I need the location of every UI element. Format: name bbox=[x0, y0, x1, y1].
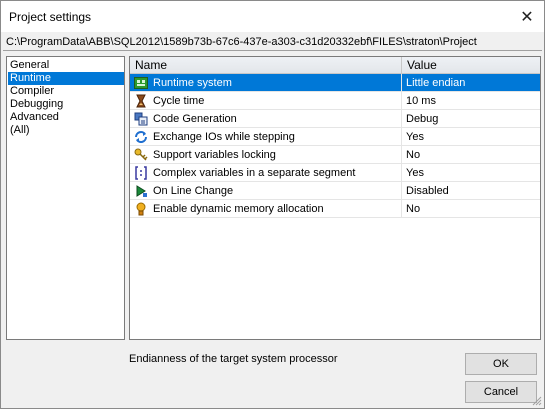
property-description: Endianness of the target system processo… bbox=[129, 353, 338, 365]
cancel-button[interactable]: Cancel bbox=[465, 381, 537, 403]
category-item-compiler[interactable]: Compiler bbox=[8, 85, 124, 98]
close-icon: ✕ bbox=[520, 8, 534, 26]
property-value[interactable]: Disabled bbox=[402, 182, 540, 199]
property-name: Enable dynamic memory allocation bbox=[153, 202, 324, 215]
property-value[interactable]: No bbox=[402, 146, 540, 163]
property-grid: Name Value Runtime system Little endian … bbox=[129, 56, 541, 340]
category-item-runtime[interactable]: Runtime bbox=[8, 72, 124, 85]
column-header-name[interactable]: Name bbox=[130, 57, 402, 73]
property-name-cell: Support variables locking bbox=[130, 146, 402, 163]
exchange-ios-icon bbox=[133, 130, 149, 144]
online-change-icon bbox=[133, 184, 149, 198]
property-row[interactable]: Runtime system Little endian bbox=[130, 74, 540, 92]
property-row[interactable]: On Line Change Disabled bbox=[130, 182, 540, 200]
column-header-value[interactable]: Value bbox=[402, 57, 540, 73]
category-item-debugging[interactable]: Debugging bbox=[8, 98, 124, 111]
property-name: Cycle time bbox=[153, 94, 205, 107]
cycle-time-icon bbox=[133, 94, 149, 108]
property-name: Complex variables in a separate segment bbox=[153, 166, 356, 179]
category-item-advanced[interactable]: Advanced bbox=[8, 111, 124, 124]
property-row[interactable]: Cycle time 10 ms bbox=[130, 92, 540, 110]
property-row[interactable]: Complex variables in a separate segment … bbox=[130, 164, 540, 182]
property-name: Support variables locking bbox=[153, 148, 276, 161]
property-row[interactable]: Code Generation Debug bbox=[130, 110, 540, 128]
property-row[interactable]: Support variables locking No bbox=[130, 146, 540, 164]
property-value[interactable]: Yes bbox=[402, 128, 540, 145]
property-row[interactable]: Enable dynamic memory allocation No bbox=[130, 200, 540, 218]
category-list[interactable]: General Runtime Compiler Debugging Advan… bbox=[6, 56, 125, 340]
property-value[interactable]: 10 ms bbox=[402, 92, 540, 109]
grid-header: Name Value bbox=[130, 57, 540, 74]
runtime-system-icon bbox=[133, 76, 149, 90]
dialog-title: Project settings bbox=[9, 10, 92, 24]
property-name: Code Generation bbox=[153, 112, 237, 125]
property-name-cell: Cycle time bbox=[130, 92, 402, 109]
property-name-cell: Code Generation bbox=[130, 110, 402, 127]
lock-icon bbox=[133, 148, 149, 162]
property-name-cell: Runtime system bbox=[130, 74, 402, 91]
property-name-cell: On Line Change bbox=[130, 182, 402, 199]
property-name-cell: Enable dynamic memory allocation bbox=[130, 200, 402, 217]
property-value[interactable]: Yes bbox=[402, 164, 540, 181]
property-name-cell: Complex variables in a separate segment bbox=[130, 164, 402, 181]
memory-icon bbox=[133, 202, 149, 216]
property-value[interactable]: Little endian bbox=[402, 74, 540, 91]
property-row[interactable]: Exchange IOs while stepping Yes bbox=[130, 128, 540, 146]
code-generation-icon bbox=[133, 112, 149, 126]
property-value[interactable]: Debug bbox=[402, 110, 540, 127]
property-name: Exchange IOs while stepping bbox=[153, 130, 295, 143]
category-item-general[interactable]: General bbox=[8, 59, 124, 72]
brackets-icon bbox=[133, 165, 149, 180]
project-path: C:\ProgramData\ABB\SQL2012\1589b73b-67c6… bbox=[3, 33, 542, 51]
property-value[interactable]: No bbox=[402, 200, 540, 217]
property-name: On Line Change bbox=[153, 184, 234, 197]
close-button[interactable]: ✕ bbox=[510, 1, 544, 32]
ok-button[interactable]: OK bbox=[465, 353, 537, 375]
project-settings-dialog: Project settings ✕ C:\ProgramData\ABB\SQ… bbox=[0, 0, 545, 409]
category-item-all[interactable]: (All) bbox=[8, 124, 124, 137]
title-bar: Project settings ✕ bbox=[1, 1, 544, 32]
property-name-cell: Exchange IOs while stepping bbox=[130, 128, 402, 145]
property-name: Runtime system bbox=[153, 76, 232, 89]
resize-grip-icon[interactable] bbox=[532, 396, 542, 406]
